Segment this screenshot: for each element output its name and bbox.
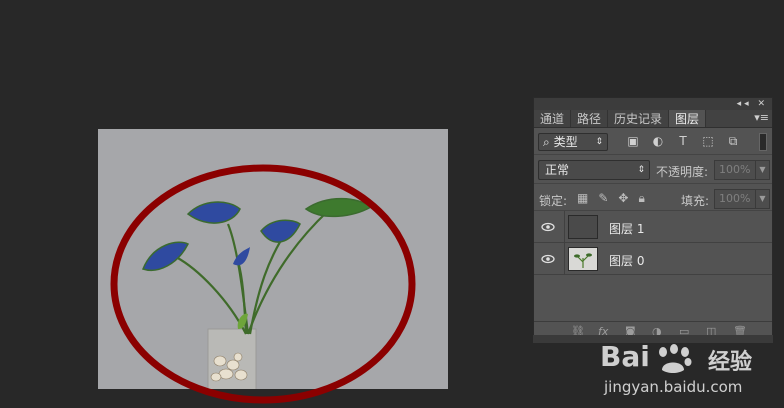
panel-collapse-close-buttons[interactable]: ◂◂ ✕ <box>737 98 768 110</box>
panel-titlebar: ◂◂ ✕ <box>534 98 772 110</box>
lock-label: 锁定: <box>539 194 568 208</box>
panel-menu-icon[interactable]: ▾≡ <box>754 111 769 124</box>
smart-object-filter-icon[interactable]: ⧉ <box>727 135 739 147</box>
chevron-down-icon[interactable]: ▼ <box>755 190 769 208</box>
lock-all-padlock-icon[interactable]: 🔒︎ <box>638 191 644 206</box>
visibility-eye-icon[interactable] <box>541 220 555 234</box>
lock-image-brush-icon[interactable]: ✎ <box>598 191 608 206</box>
fill-value: 100% <box>719 192 751 205</box>
chevron-down-icon[interactable]: ▼ <box>755 161 769 179</box>
opacity-field[interactable]: 100% ▼ <box>714 160 770 180</box>
fill-label: 填充: <box>681 194 710 208</box>
tab-paths[interactable]: 路径 <box>571 110 609 127</box>
lock-transparent-icon[interactable]: ▦ <box>577 191 588 206</box>
lock-icons: ▦ ✎ ✥ 🔒︎ <box>577 191 645 206</box>
blend-mode-select[interactable]: 正常 ⇕ <box>538 160 650 180</box>
filter-kind-label: 类型 <box>553 135 578 149</box>
fill-field[interactable]: 100% ▼ <box>714 189 770 209</box>
panel-tabs: 通道 路径 历史记录 图层 ▾≡ <box>534 110 772 128</box>
updown-arrows-icon: ⇕ <box>595 137 603 147</box>
updown-arrows-icon: ⇕ <box>637 165 645 175</box>
canvas-artwork <box>142 197 373 389</box>
shape-filter-icon[interactable]: ⬚ <box>702 135 714 147</box>
layer-thumbnail <box>568 215 598 239</box>
blend-row: 正常 ⇕ 不透明度: 100% ▼ <box>534 155 772 184</box>
lock-position-move-icon[interactable]: ✥ <box>618 191 628 206</box>
search-icon: ⌕ <box>543 135 550 149</box>
layer-thumbnail <box>568 247 598 271</box>
opacity-label: 不透明度: <box>656 165 709 179</box>
visibility-eye-icon[interactable] <box>541 252 555 266</box>
watermark-url: jingyan.baidu.com <box>604 378 743 396</box>
blend-mode-label: 正常 <box>545 163 570 177</box>
filter-toggle-switch[interactable] <box>759 133 767 151</box>
divider <box>564 211 565 243</box>
opacity-value: 100% <box>719 163 751 176</box>
canvas-document[interactable] <box>98 129 448 389</box>
baidu-paw-icon <box>659 344 692 373</box>
layers-panel: ◂◂ ✕ 通道 路径 历史记录 图层 ▾≡ ⌕ 类型 ⇕ ▣ ◐ T ⬚ ⧉ 正… <box>533 97 773 342</box>
plant-stems <box>175 210 329 335</box>
tab-history[interactable]: 历史记录 <box>608 110 670 127</box>
tab-channels[interactable]: 通道 <box>534 110 572 127</box>
layer-row[interactable]: 图层 1 <box>534 211 772 243</box>
type-filter-icon[interactable]: T <box>677 135 689 147</box>
filter-kind-select[interactable]: ⌕ 类型 ⇕ <box>538 133 608 151</box>
layer-name[interactable]: 图层 0 <box>609 252 644 269</box>
baidu-jingyan-watermark: Bai 经验 jingyan.baidu.com <box>598 340 784 408</box>
pixel-filter-icon[interactable]: ▣ <box>627 135 639 147</box>
watermark-logo-cn: 经验 <box>708 350 753 375</box>
adjustment-filter-icon[interactable]: ◐ <box>652 135 664 147</box>
lock-row: 锁定: ▦ ✎ ✥ 🔒︎ 填充: 100% ▼ <box>534 184 772 211</box>
divider <box>564 243 565 275</box>
layer-filter-row: ⌕ 类型 ⇕ ▣ ◐ T ⬚ ⧉ <box>534 128 772 155</box>
layer-row[interactable]: 图层 0 <box>534 243 772 275</box>
watermark-logo-en: Bai <box>600 340 650 373</box>
layer-name[interactable]: 图层 1 <box>609 220 644 237</box>
tab-layers[interactable]: 图层 <box>669 110 707 127</box>
